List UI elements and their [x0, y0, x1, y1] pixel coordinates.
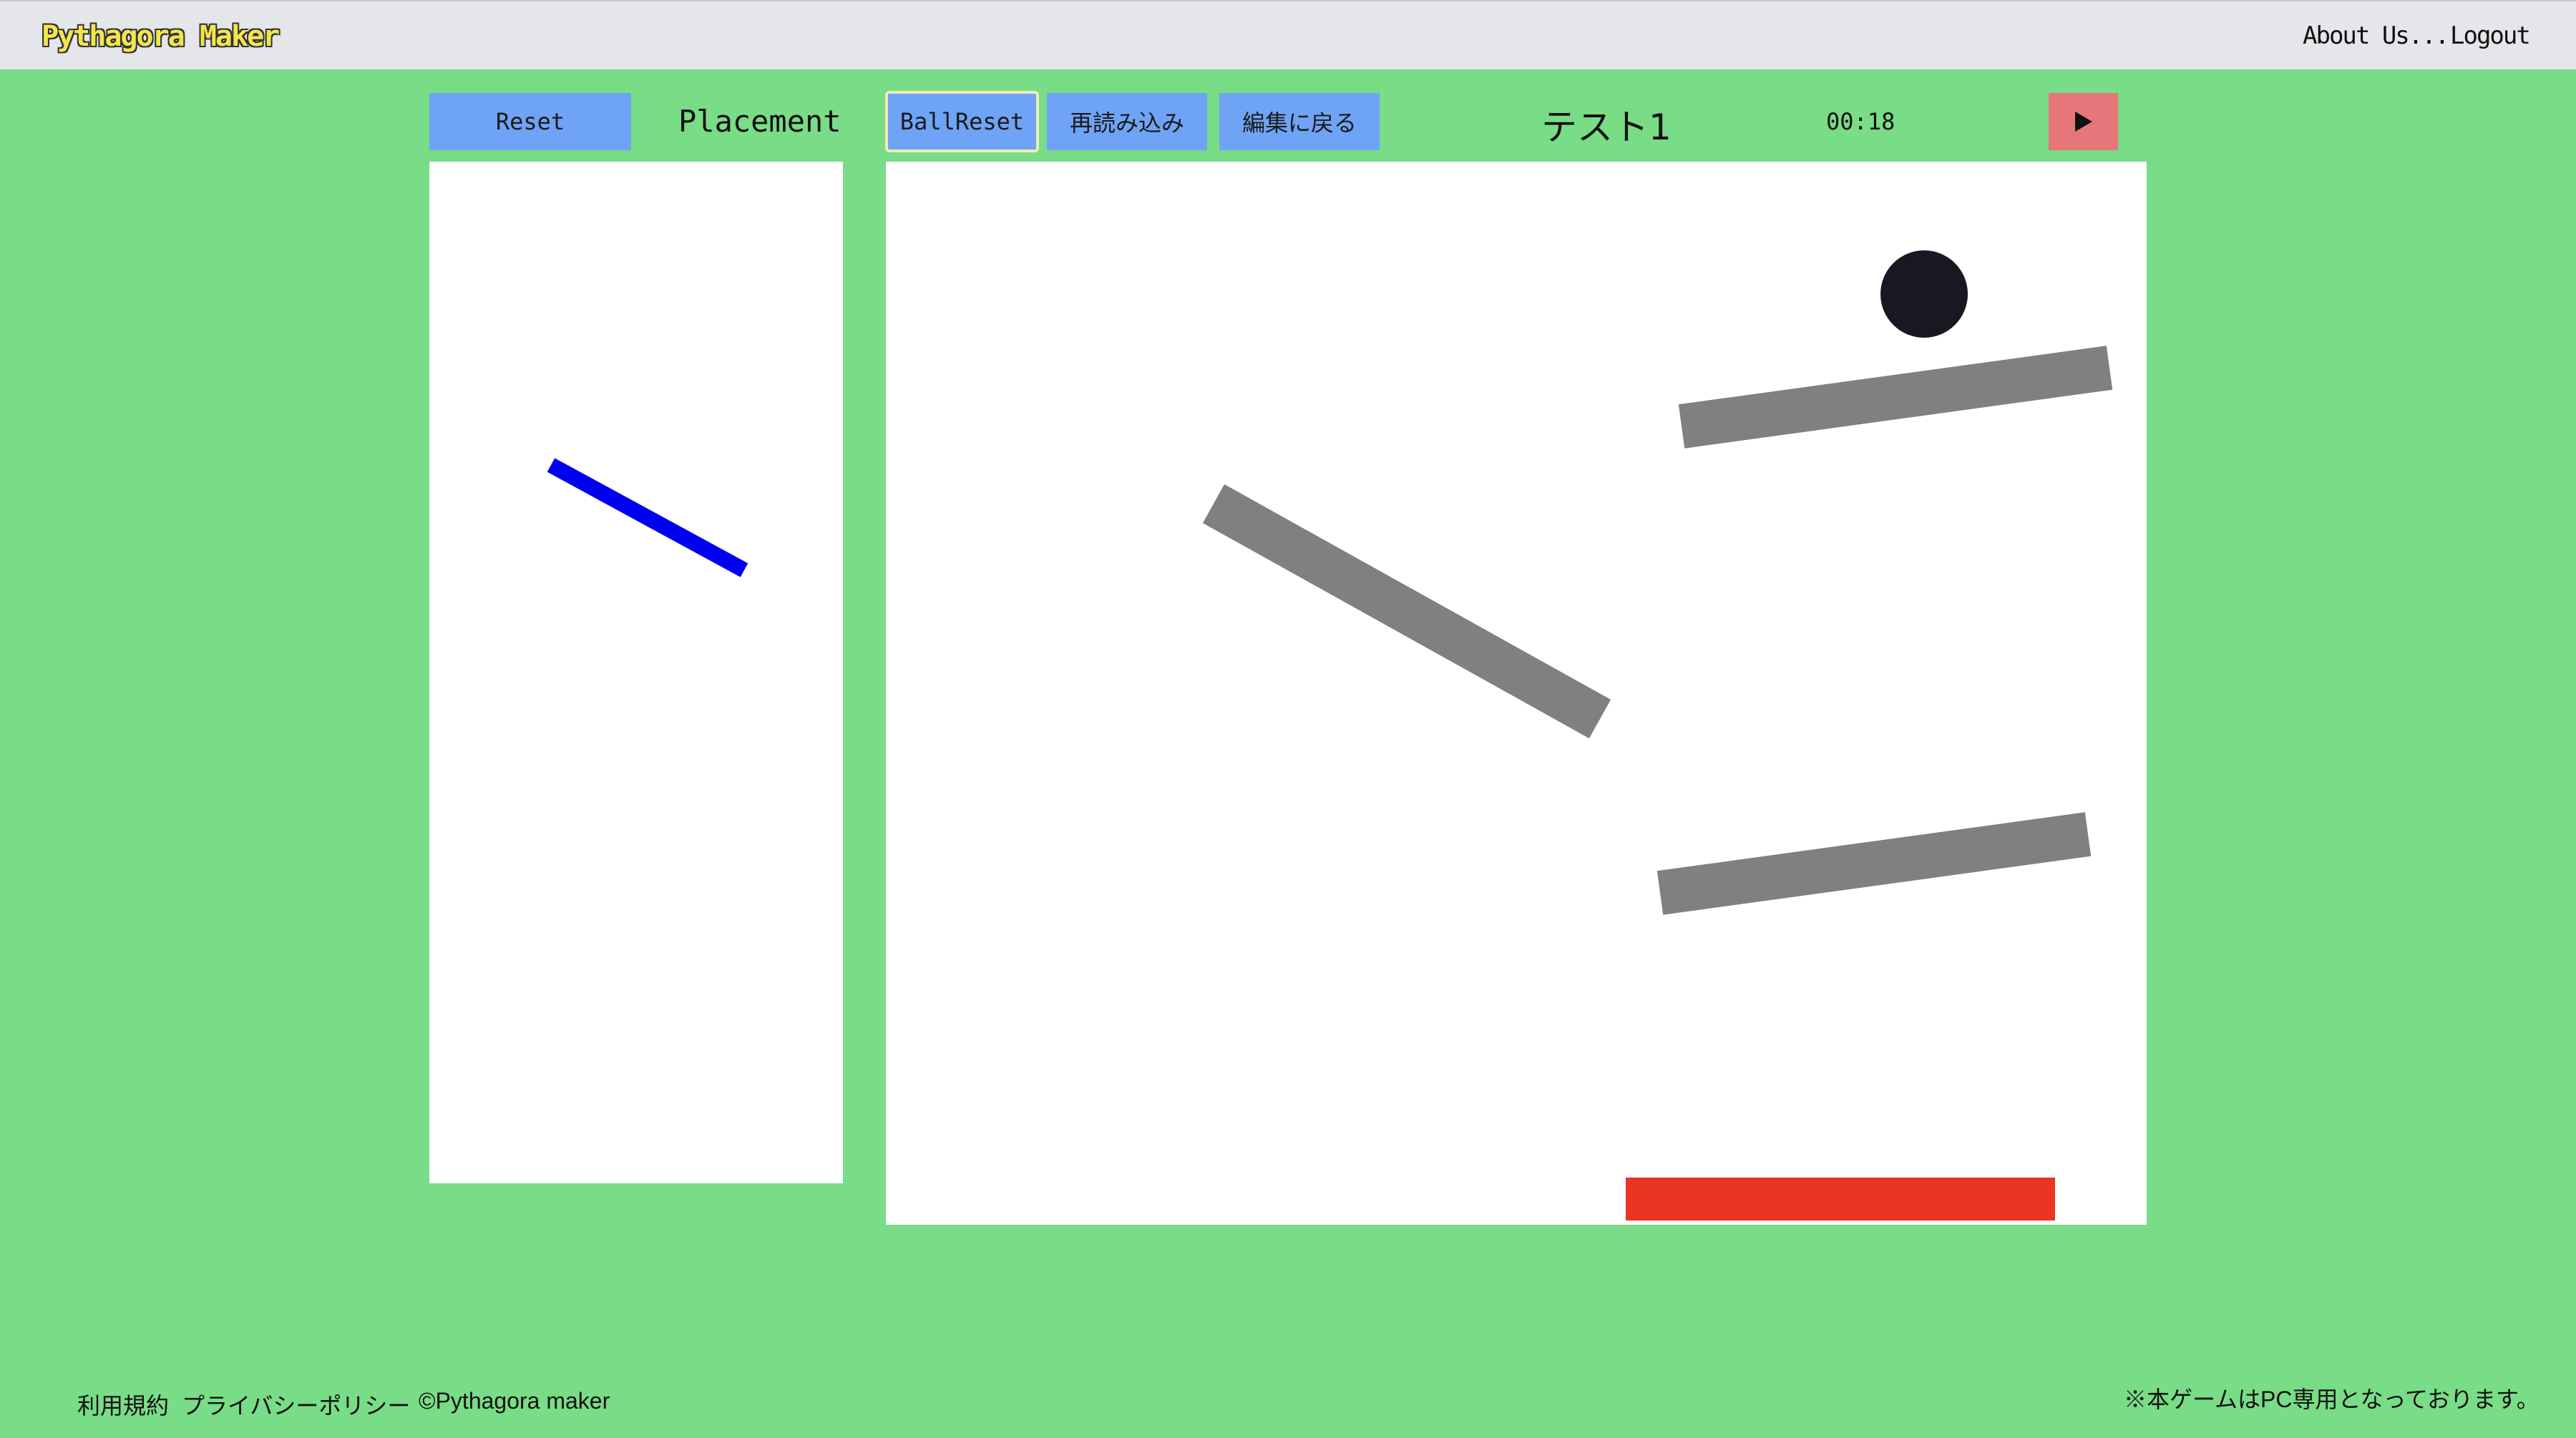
- stage-name: テスト1: [1541, 107, 1672, 148]
- obstacle-bar-top: [1678, 346, 2113, 449]
- back-to-edit-button[interactable]: 編集に戻る: [1219, 93, 1380, 150]
- placement-title: Placement: [678, 104, 841, 139]
- goal-zone: [1626, 1178, 2055, 1221]
- logout-link[interactable]: Logout: [2450, 21, 2531, 50]
- reset-button[interactable]: Reset: [429, 93, 631, 150]
- parts-panel[interactable]: [429, 162, 843, 1183]
- privacy-policy-link[interactable]: プライバシーポリシー: [182, 1388, 410, 1421]
- about-us-link[interactable]: About Us...: [2303, 21, 2449, 50]
- obstacle-bar-lower: [1657, 812, 2092, 915]
- play-icon: [2074, 112, 2092, 132]
- play-button[interactable]: [2049, 93, 2118, 150]
- game-stage[interactable]: [886, 162, 2147, 1225]
- site-logo[interactable]: Pythagora Maker: [42, 20, 280, 53]
- reload-button[interactable]: 再読み込み: [1047, 93, 1207, 150]
- pc-only-notice: ※本ゲームはPC専用となっております。: [2124, 1386, 2540, 1412]
- obstacle-bar-middle: [1202, 484, 1611, 739]
- ball-reset-button[interactable]: BallReset: [885, 91, 1039, 152]
- terms-link[interactable]: 利用規約: [77, 1388, 169, 1421]
- copyright-text: ©Pythagora maker: [419, 1388, 610, 1414]
- placeable-bar[interactable]: [547, 458, 748, 577]
- ball: [1880, 250, 1968, 338]
- timer-display: 00:18: [1826, 108, 1896, 135]
- top-header: Pythagora Maker About Us... Logout: [0, 0, 2576, 69]
- stage-canvas: [1202, 250, 2113, 1221]
- parts-canvas: [547, 458, 748, 577]
